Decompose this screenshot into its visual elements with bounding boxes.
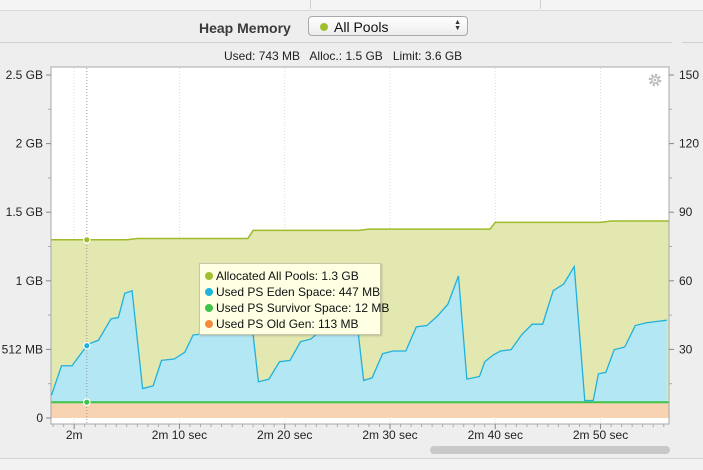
hover-marker [82, 398, 91, 406]
tooltip-label: Used PS Old Gen: 113 MB [216, 317, 359, 331]
x-tick-label: 2m 30 sec [362, 428, 417, 442]
y-tick-label: 1.5 GB [6, 205, 43, 219]
chart-tooltip: Allocated All Pools: 1.3 GB Used PS Eden… [199, 263, 389, 335]
tooltip-label: Allocated All Pools: 1.3 GB [216, 269, 359, 283]
y-tick-label: 0 [36, 411, 43, 425]
tooltip-label: Used PS Survivor Space: 12 MB [216, 301, 390, 315]
timeline-scrollbar-thumb[interactable] [430, 446, 670, 454]
y2-tick-label: 120 [679, 137, 699, 151]
old-gen-area [51, 402, 669, 418]
series-dot-icon [205, 272, 213, 280]
heap-memory-chart[interactable]: 0 512 MB 1 GB 1.5 GB 2 GB 2.5 GB 30 60 90 120 150 2… [0, 0, 703, 469]
y2-tick-label: 150 [679, 68, 699, 82]
x-tick-label: 2m 40 sec [468, 428, 523, 442]
x-tick-label: 2m 20 sec [257, 428, 312, 442]
bottom-strip [0, 458, 703, 470]
hover-marker [82, 341, 91, 350]
y-tick-label: 1 GB [16, 274, 43, 288]
x-tick-label: 2m [66, 428, 83, 442]
x-tick-label: 2m 10 sec [152, 428, 207, 442]
hover-marker [82, 236, 91, 244]
tooltip-row: Used PS Eden Space: 447 MB [205, 285, 380, 300]
tooltip-label: Used PS Eden Space: 447 MB [216, 285, 381, 299]
tooltip-row: Used PS Old Gen: 113 MB [205, 317, 359, 332]
series-dot-icon [205, 304, 213, 312]
y2-tick-label: 90 [679, 205, 693, 219]
series-dot-icon [205, 320, 213, 328]
y-tick-label: 2.5 GB [6, 68, 43, 82]
x-tick-label: 2m 50 sec [573, 428, 628, 442]
tooltip-row: Allocated All Pools: 1.3 GB [205, 269, 359, 284]
y-tick-label: 2 GB [16, 137, 43, 151]
y2-tick-label: 60 [679, 274, 693, 288]
y-tick-label: 512 MB [2, 342, 43, 356]
tooltip-row: Used PS Survivor Space: 12 MB [205, 301, 389, 316]
series-dot-icon [205, 288, 213, 296]
y2-tick-label: 30 [679, 342, 693, 356]
